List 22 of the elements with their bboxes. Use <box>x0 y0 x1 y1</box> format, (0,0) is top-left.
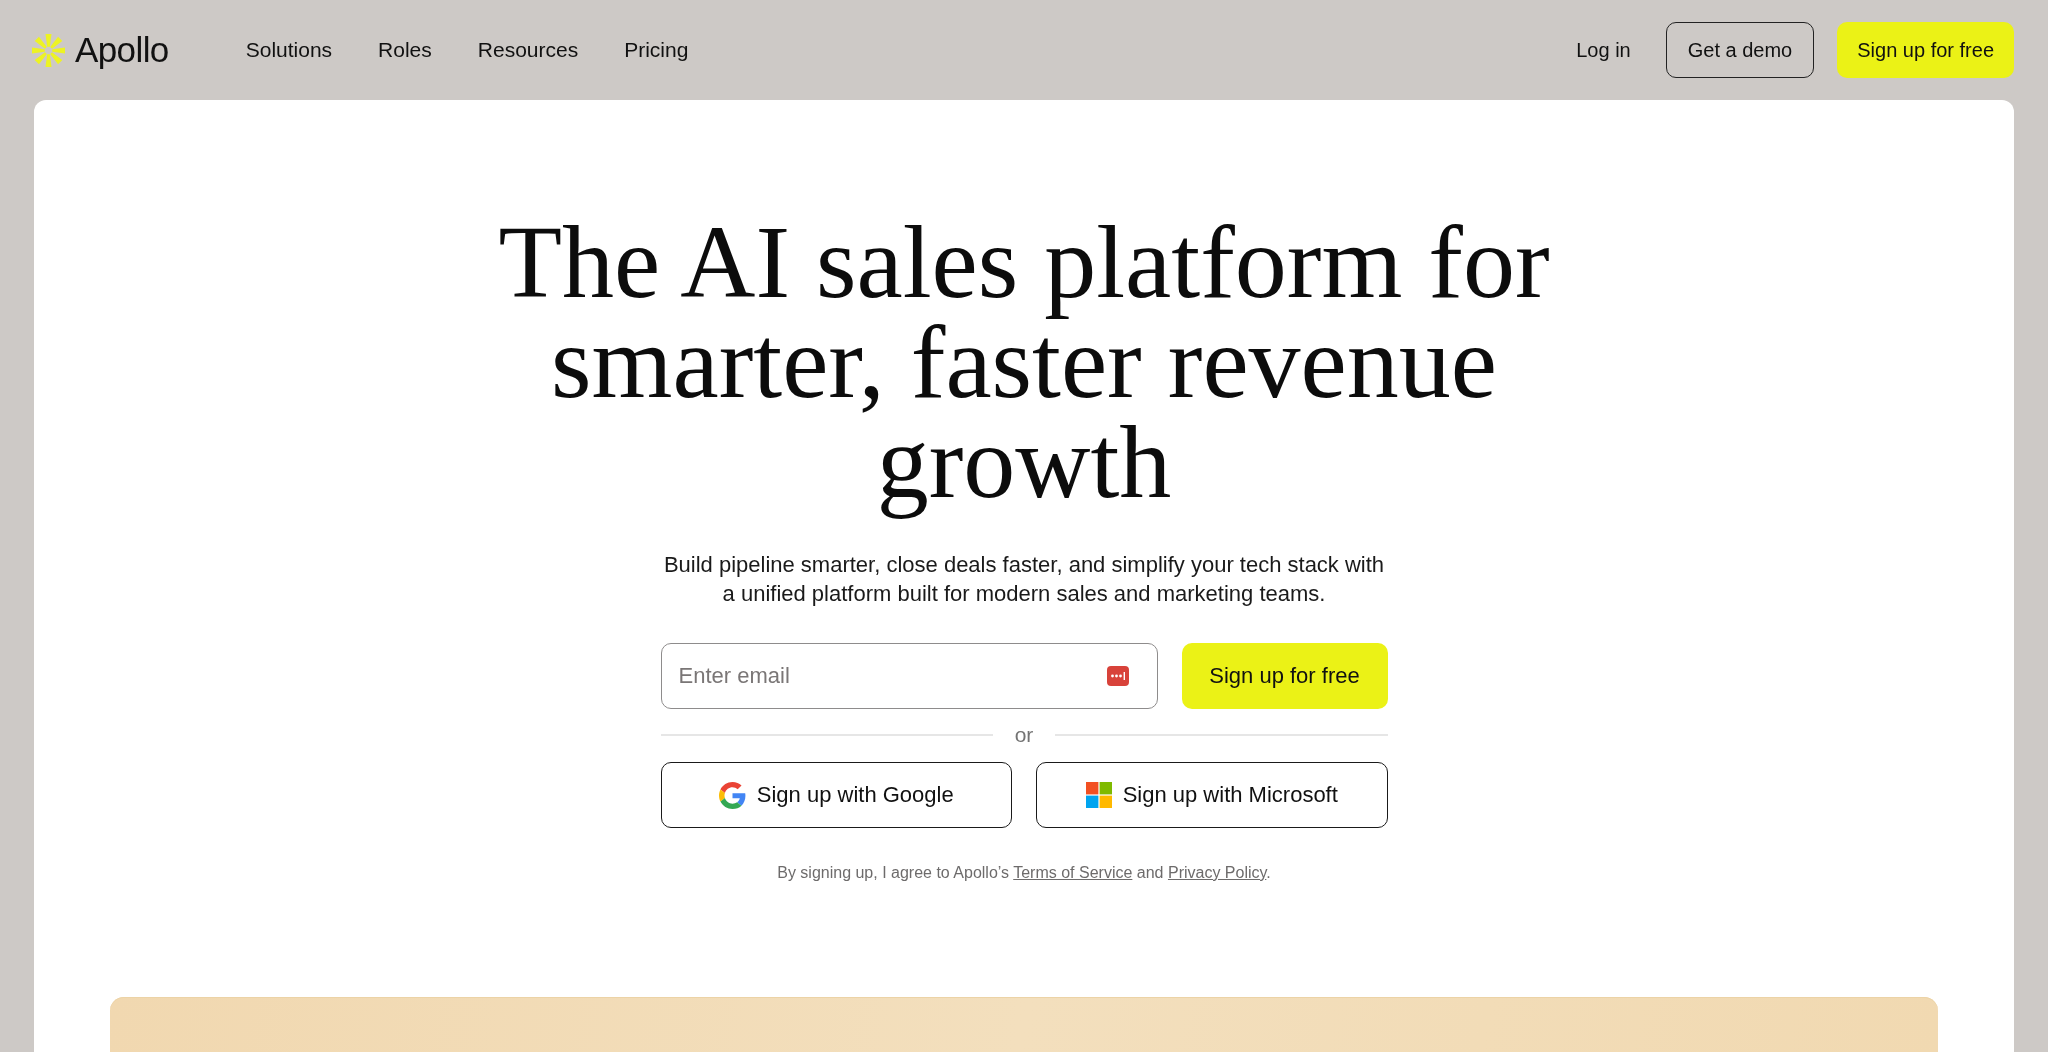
password-manager-icon[interactable] <box>1106 666 1129 686</box>
divider-label: or <box>1014 723 1034 747</box>
google-signup-button[interactable]: Sign up with Google <box>660 762 1012 828</box>
logo-wordmark[interactable]: Apollo <box>75 30 169 70</box>
legal-notice: By signing up, I agree to Apollo’s Terms of Service and Privacy Policy. <box>776 863 1272 883</box>
demo-button[interactable]: Get a demo <box>1665 22 1815 78</box>
nav-link[interactable]: Solutions <box>245 38 333 62</box>
hero-headline: The AI sales platform for smarter, faster revenue growth <box>498 212 1550 521</box>
logo-star-icon <box>32 33 65 67</box>
nav-link[interactable]: Resources <box>477 38 579 62</box>
hero-subtitle: Build pipeline smarter, close deals faster, and simplify your tech stack with a unified platform built for modern sales and marketing teams. <box>662 551 1386 608</box>
google-logo-icon <box>718 781 746 809</box>
nav-link[interactable]: Roles <box>378 38 432 62</box>
policy-link[interactable]: Privacy Policy <box>1167 864 1267 881</box>
email-field[interactable]: Enter email <box>660 643 1158 709</box>
login-link[interactable]: Log in <box>1576 38 1631 62</box>
microsoft-signup-button[interactable]: Sign up with Microsoft <box>1036 762 1388 828</box>
microsoft-logo-icon <box>1085 782 1112 808</box>
nav-link[interactable]: Pricing <box>624 38 689 62</box>
signup-button[interactable]: Sign up for free <box>1181 643 1388 709</box>
policy-link[interactable]: Terms of Service <box>1013 864 1133 881</box>
signup-button[interactable]: Sign up for free <box>1837 22 2014 78</box>
